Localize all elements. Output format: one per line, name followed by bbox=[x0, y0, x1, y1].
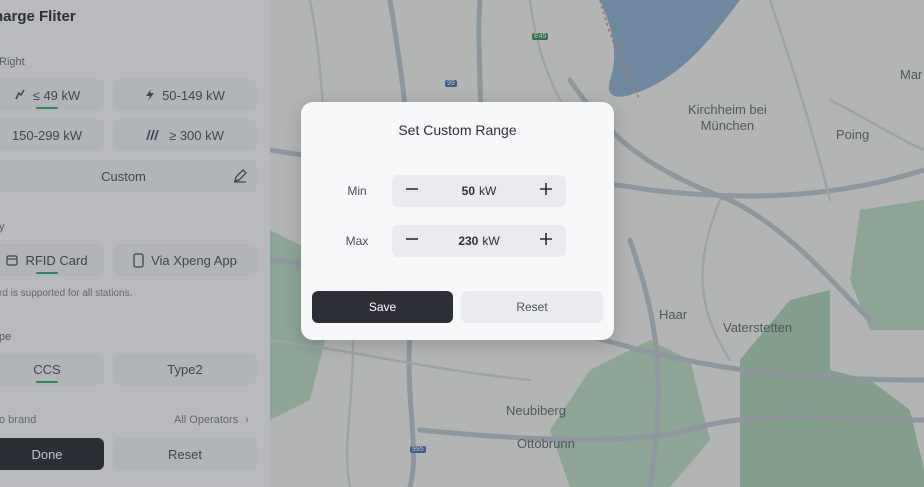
dialog-reset-button[interactable]: Reset bbox=[461, 291, 603, 323]
plus-icon bbox=[538, 231, 554, 252]
max-value-display: 230 kW bbox=[428, 225, 530, 257]
minus-icon bbox=[404, 231, 420, 252]
min-value-display: 50 kW bbox=[428, 175, 530, 207]
plus-icon bbox=[538, 181, 554, 202]
dialog-title: Set Custom Range bbox=[398, 122, 517, 138]
max-value: 230 bbox=[458, 234, 479, 248]
min-value: 50 bbox=[461, 184, 476, 198]
max-unit: kW bbox=[482, 234, 500, 248]
min-increase-button[interactable] bbox=[528, 175, 564, 207]
min-stepper: 50 kW bbox=[392, 175, 566, 207]
min-label: Min bbox=[347, 184, 367, 198]
max-decrease-button[interactable] bbox=[394, 225, 430, 257]
min-decrease-button[interactable] bbox=[394, 175, 430, 207]
save-button[interactable]: Save bbox=[312, 291, 453, 323]
min-unit: kW bbox=[479, 184, 497, 198]
max-label: Max bbox=[345, 234, 369, 248]
custom-range-dialog: Set Custom Range Min 50 kW Max 230 kW Sa… bbox=[301, 102, 614, 340]
max-stepper: 230 kW bbox=[392, 225, 566, 257]
minus-icon bbox=[404, 181, 420, 202]
max-increase-button[interactable] bbox=[528, 225, 564, 257]
